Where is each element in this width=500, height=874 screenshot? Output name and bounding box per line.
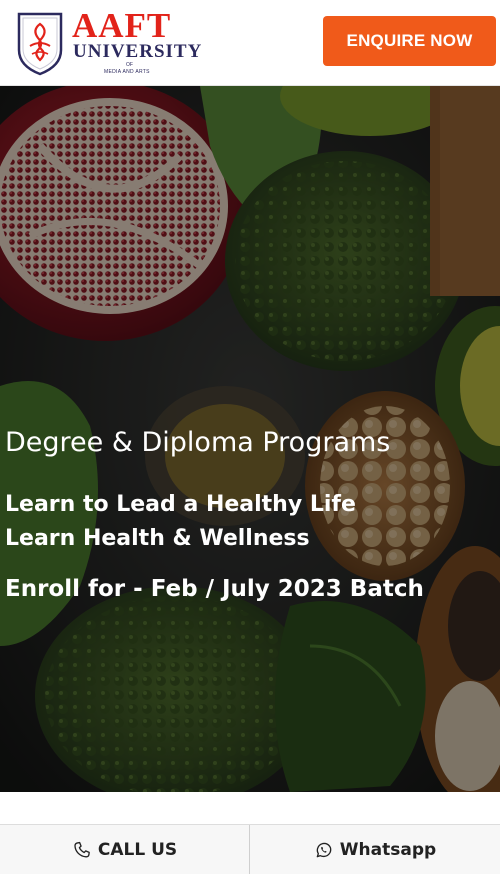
enquire-now-button[interactable]: ENQUIRE NOW	[323, 16, 496, 66]
hero-subheading-2: Learn Health & Wellness	[5, 526, 310, 551]
whatsapp-button[interactable]: Whatsapp	[250, 825, 500, 874]
hero-heading: Degree & Diploma Programs	[5, 427, 391, 458]
hero-subheading-1: Learn to Lead a Healthy Life	[5, 492, 356, 517]
call-us-button[interactable]: CALL US	[0, 825, 250, 874]
whatsapp-icon	[316, 842, 332, 858]
spacer	[0, 792, 500, 824]
hero-enroll-text: Enroll for - Feb / July 2023 Batch	[5, 576, 424, 602]
call-us-label: CALL US	[97, 840, 178, 860]
shield-logo-icon	[17, 12, 63, 76]
whatsapp-label: Whatsapp	[339, 840, 437, 860]
logo-university: UNIVERSITY	[73, 41, 203, 62]
aaft-university-logo[interactable]: AAFT UNIVERSITY OF MEDIA AND ARTS	[16, 8, 216, 78]
bottom-action-bar: CALL US Whatsapp	[0, 824, 500, 874]
logo-subtitle: MEDIA AND ARTS	[104, 69, 150, 75]
logo-of: OF	[126, 62, 133, 68]
logo-wordmark: AAFT	[72, 6, 172, 45]
site-header: AAFT UNIVERSITY OF MEDIA AND ARTS ENQUIR…	[0, 0, 500, 86]
hero-banner: Degree & Diploma Programs Learn to Lead …	[0, 86, 500, 792]
phone-icon	[74, 841, 90, 858]
